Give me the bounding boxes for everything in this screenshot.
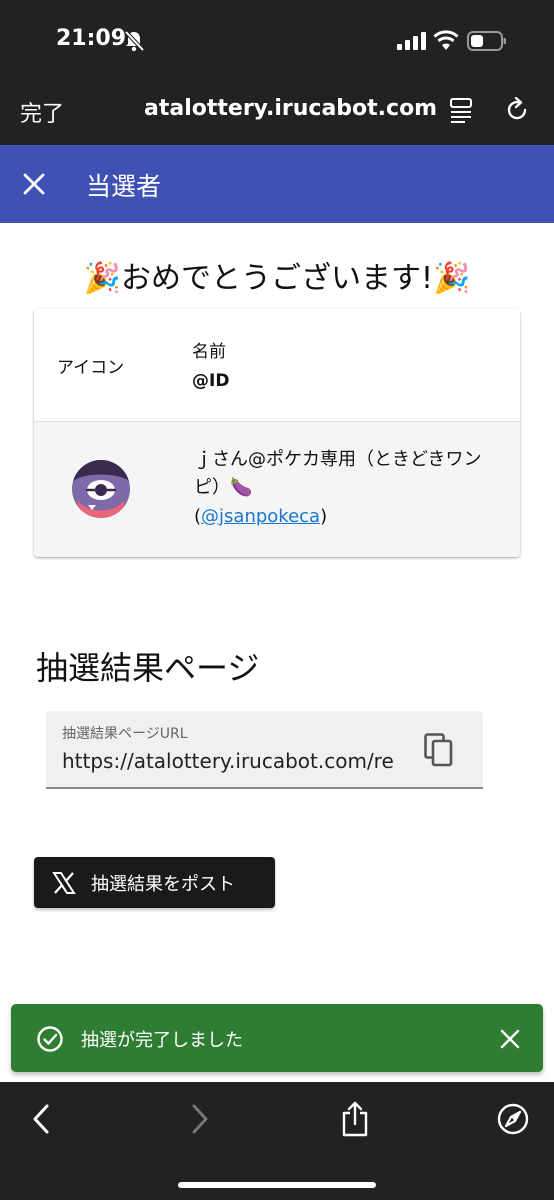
name-column-header: 名前: [192, 342, 226, 362]
winner-table: アイコン 名前 @ID ｊさん@ポケカ専用（ときどきワンピ）🍆 (@jsanpo…: [34, 309, 520, 557]
wifi-icon: [433, 30, 459, 50]
home-indicator: [178, 1182, 376, 1188]
battery-icon: [467, 31, 506, 51]
compass-icon[interactable]: [496, 1102, 530, 1136]
id-close-paren: ): [320, 506, 328, 527]
done-button[interactable]: 完了: [20, 96, 64, 128]
forward-icon[interactable]: [190, 1103, 210, 1135]
check-circle-icon: [37, 1026, 63, 1052]
signal-icon: [397, 32, 426, 50]
result-url-field[interactable]: 抽選結果ページURL: [46, 711, 483, 789]
table-header: アイコン 名前 @ID: [34, 309, 520, 422]
app-bar: 当選者: [0, 145, 554, 223]
winner-name: ｊさん@ポケカ専用（ときどきワンピ）🍆: [194, 449, 482, 498]
bell-off-icon: [124, 30, 144, 52]
browser-chrome: 21:09 完了 atalottery.irucabot.com: [0, 0, 554, 145]
share-icon[interactable]: [340, 1100, 370, 1138]
result-url-input[interactable]: [62, 749, 400, 773]
result-section-title: 抽選結果ページ: [36, 649, 260, 687]
reload-icon[interactable]: [504, 97, 530, 123]
table-row: ｊさん@ポケカ専用（ときどきワンピ）🍆 (@jsanpokeca): [34, 422, 520, 557]
avatar[interactable]: [72, 460, 130, 518]
result-url-label: 抽選結果ページURL: [62, 726, 188, 742]
id-column-header: @ID: [192, 371, 230, 391]
back-icon[interactable]: [31, 1103, 51, 1135]
status-time: 21:09: [56, 26, 127, 51]
x-logo-icon: [52, 872, 76, 894]
copy-icon[interactable]: [424, 733, 454, 767]
success-snackbar: 抽選が完了しました: [11, 1004, 543, 1072]
close-icon[interactable]: [22, 172, 46, 196]
post-result-button[interactable]: 抽選結果をポスト: [34, 857, 275, 908]
winner-id-link[interactable]: @jsanpokeca: [201, 506, 320, 527]
congrats-heading: 🎉おめでとうございます!🎉: [83, 261, 471, 296]
reader-icon[interactable]: [449, 97, 473, 123]
close-icon[interactable]: [499, 1028, 521, 1050]
icon-column-header: アイコン: [57, 358, 125, 378]
snackbar-message: 抽選が完了しました: [81, 1030, 243, 1051]
post-result-label: 抽選結果をポスト: [91, 874, 235, 895]
page-title: 当選者: [86, 172, 162, 201]
url-bar[interactable]: atalottery.irucabot.com: [144, 96, 437, 121]
winner-id-line: (@jsanpokeca): [194, 506, 327, 527]
id-open-paren: (: [194, 506, 202, 527]
